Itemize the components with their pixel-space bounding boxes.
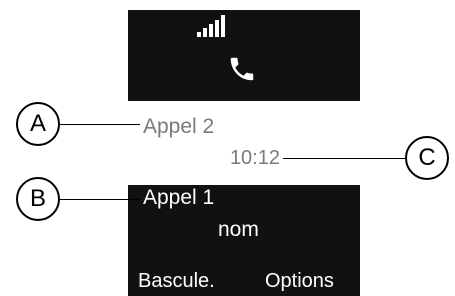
callout-a-leader xyxy=(60,124,140,125)
active-call-panel: Appel 2 xyxy=(128,101,360,185)
softkey-toggle[interactable]: Bascule. xyxy=(138,270,215,293)
callout-a: A xyxy=(16,102,60,146)
active-call-name: Appel 2 xyxy=(143,115,215,138)
held-call-subtitle: nom xyxy=(218,218,259,241)
callout-c-leader xyxy=(283,158,405,159)
held-call-name: Appel 1 xyxy=(143,186,215,209)
callout-b: B xyxy=(16,177,60,221)
signal-strength-icon xyxy=(197,15,237,37)
softkey-options[interactable]: Options xyxy=(265,270,334,293)
active-call-time: 10:12 xyxy=(229,147,280,169)
phone-icon xyxy=(230,57,254,81)
callout-c: C xyxy=(405,136,449,180)
callout-b-leader xyxy=(60,199,140,200)
phone-screen: Appel 2 10:12 Appel 1 nom Bascule. Optio… xyxy=(128,10,360,296)
